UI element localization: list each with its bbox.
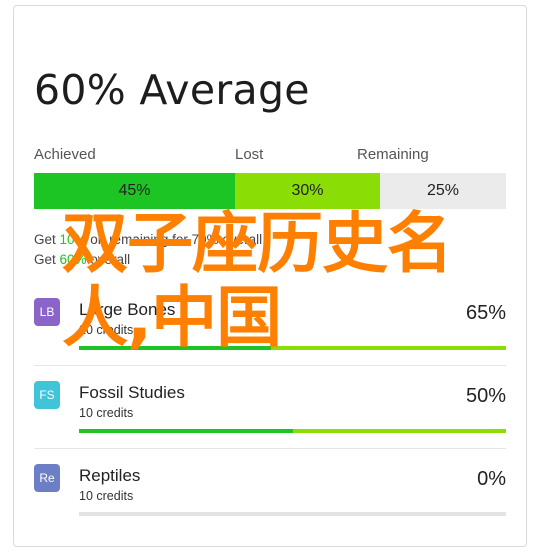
divider: [34, 365, 506, 366]
course-credits: 10 credits: [79, 406, 134, 420]
lost-segment: 30%: [235, 173, 380, 209]
course-percent: 0%: [477, 468, 506, 490]
course-name: Fossil Studies: [79, 383, 185, 402]
list-item[interactable]: FS Fossil Studies 10 credits 50%: [34, 379, 506, 439]
course-badge: Re: [34, 464, 60, 492]
course-percent: 50%: [465, 385, 506, 407]
progress-lost: [292, 429, 506, 433]
course-badge: LB: [34, 298, 60, 326]
header-lost: Lost: [235, 146, 264, 163]
course-credits: 10 credits: [79, 489, 134, 503]
course-badge: FS: [34, 381, 60, 409]
list-item[interactable]: Re Reptiles 10 credits 0%: [34, 462, 506, 522]
header-remaining: Remaining: [357, 146, 429, 163]
achieved-segment: 45%: [34, 173, 235, 209]
remaining-segment: 25%: [380, 173, 506, 209]
course-name: Reptiles: [79, 466, 141, 485]
course-progress: [79, 512, 506, 516]
divider: [34, 448, 506, 449]
course-progress: [79, 429, 506, 433]
page-title: 60% Average: [34, 66, 310, 114]
header-achieved: Achieved: [34, 146, 96, 163]
overlay-watermark-text: 双子座历史名人,中国: [62, 205, 453, 356]
progress-achieved: [79, 429, 293, 433]
summary-bar: 45% 30% 25%: [34, 173, 506, 209]
